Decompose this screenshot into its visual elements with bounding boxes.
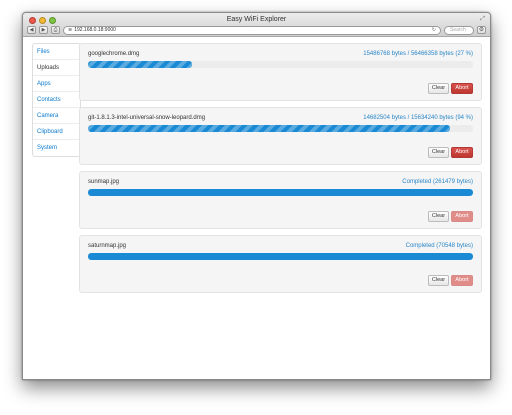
browser-window: Easy WiFi Explorer ⤢ ◀ ▶ ⎙ ≋ 192.168.0.1… — [22, 12, 491, 380]
upload-progress-bar — [88, 189, 473, 196]
upload-progress — [88, 253, 473, 260]
browser-toolbar: ◀ ▶ ⎙ ≋ 192.168.0.18:9000 ↻ Search ⚙ — [23, 24, 490, 36]
upload-progress-bar — [88, 253, 473, 260]
window-title: Easy WiFi Explorer — [226, 16, 287, 23]
clear-button[interactable]: Clear — [428, 211, 449, 222]
search-input[interactable]: Search — [444, 25, 474, 35]
upload-filename: saturnmap.jpg — [88, 243, 127, 249]
sidebar-item-uploads[interactable]: Uploads — [33, 60, 81, 76]
upload-progress-bar — [88, 125, 450, 132]
sidebar-item-clipboard[interactable]: Clipboard — [33, 124, 80, 140]
abort-button: Abort — [451, 275, 473, 286]
upload-filename: git-1.8.1.3-intel-universal-snow-leopard… — [88, 115, 206, 121]
upload-panel: googlechrome.dmg 15486768 bytes / 564663… — [79, 43, 482, 101]
abort-button: Abort — [451, 211, 473, 222]
clear-button[interactable]: Clear — [428, 275, 449, 286]
upload-panel: sunmap.jpg Completed (261479 bytes) Clea… — [79, 171, 482, 229]
abort-button[interactable]: Abort — [451, 147, 473, 158]
sidebar-item-contacts[interactable]: Contacts — [33, 92, 80, 108]
upload-progress — [88, 189, 473, 196]
address-bar[interactable]: ≋ 192.168.0.18:9000 ↻ — [63, 25, 441, 35]
clear-button[interactable]: Clear — [428, 83, 449, 94]
upload-filename: sunmap.jpg — [88, 179, 120, 185]
upload-status: Completed (70548 bytes) — [405, 243, 473, 249]
upload-status: Completed (261479 bytes) — [402, 179, 473, 185]
sidebar-item-files[interactable]: Files — [33, 44, 80, 60]
upload-status: 14682504 bytes / 15634240 bytes (94 %) — [363, 115, 473, 121]
share-button[interactable]: ⎙ — [51, 26, 60, 34]
address-url: 192.168.0.18:9000 — [74, 26, 116, 33]
gear-icon[interactable]: ⚙ — [477, 26, 486, 34]
upload-progress — [88, 61, 473, 68]
sidebar-nav: Files Uploads Apps Contacts Camera Clipb… — [32, 43, 81, 157]
fullscreen-icon[interactable]: ⤢ — [480, 16, 485, 23]
abort-button[interactable]: Abort — [451, 83, 473, 94]
upload-filename: googlechrome.dmg — [88, 51, 140, 57]
clear-button[interactable]: Clear — [428, 147, 449, 158]
back-button[interactable]: ◀ — [27, 26, 36, 34]
reload-icon[interactable]: ↻ — [432, 27, 436, 34]
upload-progress-bar — [88, 61, 192, 68]
page-content: Files Uploads Apps Contacts Camera Clipb… — [23, 38, 490, 379]
upload-panel: git-1.8.1.3-intel-universal-snow-leopard… — [79, 107, 482, 165]
upload-panel: saturnmap.jpg Completed (70548 bytes) Cl… — [79, 235, 482, 293]
title-bar: Easy WiFi Explorer ⤢ ◀ ▶ ⎙ ≋ 192.168.0.1… — [23, 13, 490, 37]
forward-button[interactable]: ▶ — [39, 26, 48, 34]
sidebar-item-system[interactable]: System — [33, 140, 80, 156]
sidebar-item-apps[interactable]: Apps — [33, 76, 80, 92]
sidebar-item-camera[interactable]: Camera — [33, 108, 80, 124]
wifi-icon: ≋ — [68, 26, 73, 33]
upload-progress — [88, 125, 473, 132]
upload-status: 15486768 bytes / 56466358 bytes (27 %) — [363, 51, 473, 57]
